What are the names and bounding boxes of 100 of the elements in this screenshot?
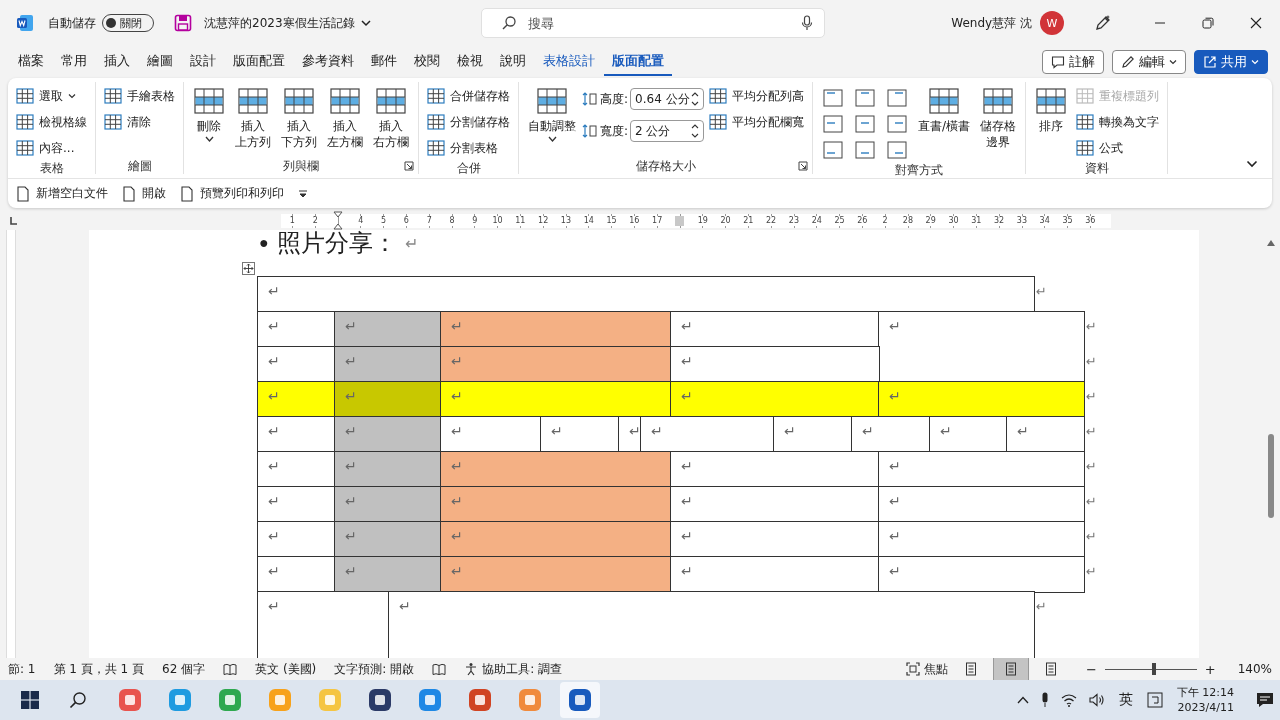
- indent-marker-icon[interactable]: [333, 211, 343, 231]
- restore-icon[interactable]: [1202, 17, 1214, 29]
- ribbon-button[interactable]: 直書/橫書: [914, 84, 975, 136]
- table-cell[interactable]: ↵: [671, 557, 879, 592]
- table-cell[interactable]: ↵: [258, 557, 335, 592]
- save-icon[interactable]: [174, 14, 192, 32]
- user-name[interactable]: Wendy慧萍 沈: [951, 14, 1032, 32]
- close-icon[interactable]: [1250, 17, 1262, 29]
- table-cell[interactable]: ↵: [541, 417, 619, 452]
- column-marker[interactable]: [675, 216, 685, 226]
- ribbon-button[interactable]: 插入 上方列: [231, 84, 275, 152]
- zoom-slider-thumb[interactable]: [1151, 663, 1156, 675]
- table-cell[interactable]: ↵: [258, 452, 335, 487]
- dialog-launcher-icon[interactable]: [404, 161, 414, 171]
- ribbon-button[interactable]: 分割儲存格: [424, 110, 513, 134]
- tab-selector-icon[interactable]: [8, 216, 18, 226]
- zoom-out-button[interactable]: −: [1085, 661, 1097, 677]
- ribbon-button[interactable]: 插入 左方欄: [323, 84, 367, 152]
- scrollbar-thumb[interactable]: [1268, 434, 1274, 518]
- ribbon-tab[interactable]: 檔案: [10, 48, 52, 76]
- table-cell[interactable]: ↵: [258, 487, 335, 522]
- ribbon-button[interactable]: 插入 下方列: [277, 84, 321, 152]
- dialog-launcher-icon[interactable]: [798, 161, 809, 171]
- table-cell[interactable]: ↵: [258, 522, 335, 557]
- ribbon-tab[interactable]: 插入: [96, 48, 138, 76]
- ribbon-button[interactable]: 自動調整: [524, 84, 580, 144]
- ribbon-tab[interactable]: 繪圖: [139, 48, 181, 76]
- ribbon-tab[interactable]: 郵件: [363, 48, 405, 76]
- ribbon-button[interactable]: 分割表格: [424, 136, 513, 160]
- ribbon-button[interactable]: 公式: [1073, 136, 1163, 160]
- quick-access-button[interactable]: 新增空白文件: [16, 185, 108, 202]
- ribbon-tab[interactable]: 版面配置: [604, 48, 672, 76]
- microphone-icon[interactable]: [1040, 692, 1049, 708]
- ribbon-tab[interactable]: 版面配置: [225, 48, 293, 76]
- table-cell[interactable]: ↵: [671, 522, 879, 557]
- ribbon-button[interactable]: 檢視格線: [13, 110, 90, 134]
- spinner-icon[interactable]: [691, 91, 700, 107]
- notification-icon[interactable]: [1256, 692, 1274, 708]
- quick-access-button[interactable]: 開啟: [122, 185, 166, 202]
- table-cell[interactable]: ↵: [441, 382, 671, 417]
- ribbon-tab[interactable]: 檢視: [449, 48, 491, 76]
- table-cell[interactable]: ↵: [258, 417, 335, 452]
- action-button[interactable]: 編輯: [1112, 50, 1186, 74]
- ime-mode-icon[interactable]: [1146, 692, 1163, 708]
- table-cell[interactable]: ↵: [671, 312, 879, 347]
- ribbon-button[interactable]: 插入 右方欄: [369, 84, 413, 152]
- wifi-icon[interactable]: [1060, 693, 1077, 707]
- ribbon-tab[interactable]: 參考資料: [294, 48, 362, 76]
- action-button[interactable]: 註解: [1042, 50, 1104, 74]
- table-cell[interactable]: ↵: [879, 382, 1084, 417]
- status-button[interactable]: 協助工具: 調查: [464, 660, 563, 678]
- ribbon-tab[interactable]: 說明: [492, 48, 534, 76]
- focus-button[interactable]: 焦點: [905, 660, 948, 678]
- ribbon-button[interactable]: 合併儲存格: [424, 84, 513, 108]
- book-icon[interactable]: [223, 662, 238, 676]
- chevron-up-icon[interactable]: [1016, 696, 1029, 704]
- table-cell[interactable]: ↵: [671, 487, 879, 522]
- ribbon-tab[interactable]: 表格設計: [535, 48, 603, 76]
- search-field[interactable]: 搜尋: [480, 8, 825, 38]
- number-field[interactable]: 2 公分: [630, 120, 705, 142]
- ribbon-button[interactable]: 轉換為文字: [1073, 110, 1163, 134]
- ribbon-button[interactable]: 刪除: [189, 84, 229, 144]
- ribbon-button[interactable]: 排序: [1031, 84, 1072, 136]
- ribbon-button[interactable]: 清除: [101, 110, 178, 134]
- ribbon-button[interactable]: 平均分配列高: [706, 84, 808, 108]
- table-cell[interactable]: ↵: [641, 417, 774, 452]
- clock-date[interactable]: 2023/4/11: [1177, 700, 1234, 715]
- ribbon-button[interactable]: 選取: [13, 84, 90, 108]
- action-button[interactable]: 共用: [1194, 50, 1268, 74]
- spinner-icon[interactable]: [691, 123, 700, 139]
- table-cell[interactable]: ↵: [671, 382, 879, 417]
- table-move-handle-icon[interactable]: [242, 262, 255, 275]
- volume-icon[interactable]: [1088, 693, 1105, 707]
- taskbar-app[interactable]: [560, 682, 600, 718]
- quick-access-button[interactable]: 預覽列印和列印: [180, 185, 284, 202]
- document-title[interactable]: 沈慧萍的2023寒假生活記錄: [204, 14, 371, 32]
- microphone-icon[interactable]: [800, 15, 813, 31]
- ribbon-button[interactable]: 儲存格 邊界: [976, 84, 1021, 152]
- table-cell[interactable]: ↵: [441, 417, 541, 452]
- ribbon-tab[interactable]: 校閱: [406, 48, 448, 76]
- collapse-icon[interactable]: [1246, 160, 1258, 168]
- user-avatar[interactable]: W: [1040, 11, 1064, 35]
- table-cell[interactable]: ↵: [852, 417, 930, 452]
- table-cell[interactable]: ↵: [671, 452, 879, 487]
- table-cell[interactable]: ↵: [930, 417, 1007, 452]
- ribbon-button[interactable]: 內容...: [13, 136, 90, 160]
- zoom-in-button[interactable]: +: [1204, 661, 1216, 677]
- table-cell[interactable]: ↵: [258, 347, 335, 382]
- ribbon-tab[interactable]: 設計: [182, 48, 224, 76]
- input-method-indicator[interactable]: 英: [1118, 691, 1133, 709]
- scroll-up-icon[interactable]: [1267, 240, 1275, 246]
- table-cell[interactable]: ↵: [258, 382, 335, 417]
- book-icon[interactable]: [432, 662, 447, 676]
- ribbon-tab[interactable]: 常用: [53, 48, 95, 76]
- ribbon-button[interactable]: 平均分配欄寬: [706, 110, 808, 134]
- table-cell[interactable]: ↵: [258, 312, 335, 347]
- ribbon-button[interactable]: 手繪表格: [101, 84, 178, 108]
- table-cell[interactable]: ↵: [774, 417, 852, 452]
- customize-caret-icon[interactable]: [298, 189, 308, 198]
- pen-icon[interactable]: [1094, 14, 1112, 32]
